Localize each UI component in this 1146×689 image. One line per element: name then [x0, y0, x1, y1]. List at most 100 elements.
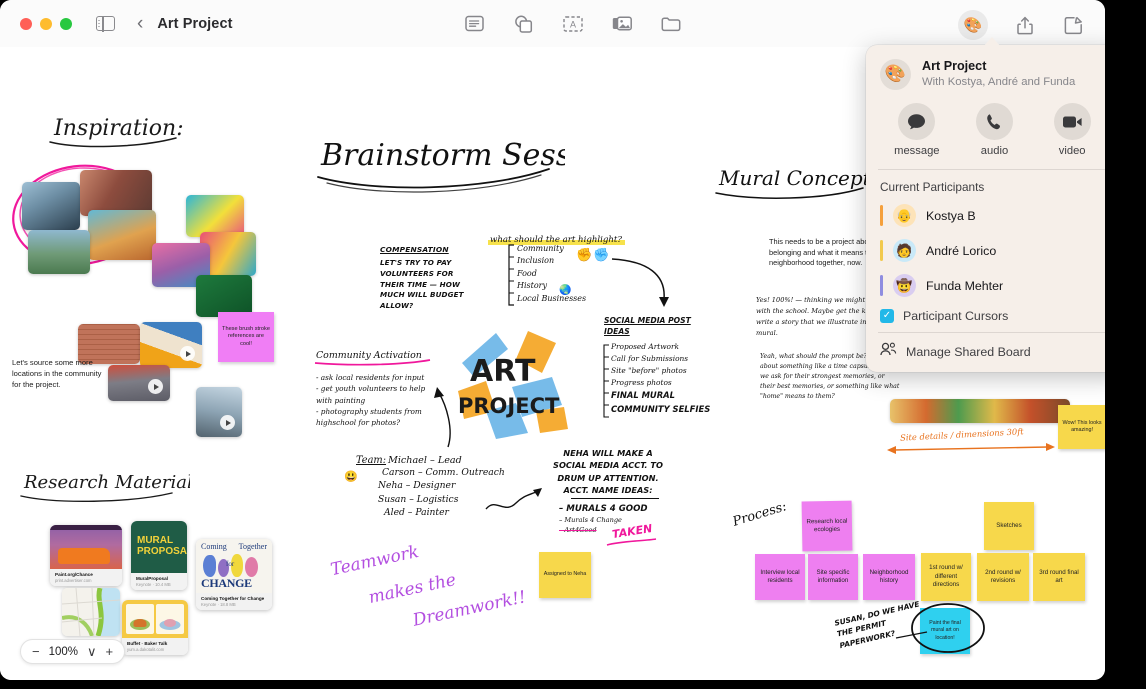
- arrow-to-social-media: [611, 258, 669, 307]
- sticky-note-process-4[interactable]: Sketches: [984, 502, 1034, 550]
- research-card-food[interactable]: Buffet · Baker Talk yum.a.dakotalit.com: [122, 600, 188, 656]
- inspiration-art-4[interactable]: [196, 275, 252, 317]
- sticky-note-process-1[interactable]: Interview local residents: [755, 554, 805, 600]
- video-camera-icon: [1053, 103, 1091, 141]
- popover-header: 🎨 Art Project With Kostya, André and Fun…: [866, 45, 1105, 97]
- participant-cursors-toggle[interactable]: ✓ Participant Cursors: [866, 303, 1105, 332]
- back-button[interactable]: ‹: [137, 14, 143, 33]
- inspiration-art-1[interactable]: [186, 195, 244, 237]
- mural-proposal-line2: PROPOSAL: [137, 546, 187, 557]
- sidebar-toggle-icon[interactable]: [96, 15, 115, 32]
- participant-row-andre[interactable]: 🧑 André Lorico: [866, 233, 1105, 268]
- social-item-5: COMMUNITY SELFIES: [611, 403, 711, 414]
- sticky-note-process-0[interactable]: Research local ecologies: [801, 500, 853, 552]
- svg-text:A: A: [569, 19, 575, 29]
- compensation-body: LET'S TRY TO PAY VOLUNTEERS FOR THEIR TI…: [380, 258, 464, 311]
- audio-action-button[interactable]: audio: [964, 103, 1024, 157]
- sticky-note-icon[interactable]: [462, 11, 487, 36]
- dimension-label: Site details / dimensions 30ft: [899, 426, 1024, 443]
- process-heading-label: Process:: [731, 499, 789, 530]
- maximize-button[interactable]: [60, 17, 72, 30]
- phone-icon: [975, 103, 1013, 141]
- sticky-note-process-6-text: 2nd round w/ revisions: [985, 568, 1021, 584]
- sticky-note-brush[interactable]: These brush stroke references are cool!: [218, 312, 274, 362]
- participant-color-bar: [880, 240, 883, 262]
- inspiration-photo-1[interactable]: [22, 182, 80, 230]
- teamwork-line-2: makes the: [366, 570, 458, 608]
- minimize-button[interactable]: [40, 17, 52, 30]
- heading-brainstorm: Brainstorm Session: [317, 138, 565, 193]
- avatar-glyph: 👴: [896, 207, 913, 223]
- zoom-chevron-down-icon[interactable]: ∨: [87, 644, 97, 660]
- research-map-thumb[interactable]: [62, 588, 120, 636]
- sticky-note-process-6[interactable]: 2nd round w/ revisions: [977, 553, 1029, 601]
- avatar: 🤠: [893, 274, 916, 298]
- research-card-car-sub: print.advertiser.com: [55, 577, 92, 583]
- text-box-icon[interactable]: A: [560, 11, 585, 36]
- participant-cursors-label: Participant Cursors: [903, 309, 1009, 324]
- inspiration-street-video[interactable]: [108, 365, 170, 401]
- play-icon[interactable]: [220, 415, 235, 430]
- markup-icon[interactable]: [1061, 13, 1086, 38]
- play-icon[interactable]: [148, 379, 163, 394]
- research-card-change[interactable]: Coming Together for CHANGE Coming Togeth…: [196, 539, 272, 611]
- social-media-list: Proposed Artwork Call for Submissions Si…: [611, 341, 715, 415]
- message-action-button[interactable]: message: [887, 103, 947, 157]
- sticky-note-wow-text: Wow! This looks amazing!: [1062, 419, 1102, 433]
- research-card-car[interactable]: Paint.org/Chance print.advertiser.com: [50, 525, 122, 587]
- collaboration-icon[interactable]: 🎨: [958, 10, 988, 40]
- sticky-note-process-0-text: Research local ecologies: [806, 517, 848, 534]
- collaboration-avatar-glyph: 🎨: [963, 17, 983, 34]
- zoom-control[interactable]: − 100% ∨ +: [20, 639, 126, 664]
- sticky-note-process-2[interactable]: Site specific information: [808, 554, 858, 600]
- research-card-mural-proposal[interactable]: MURAL PROPOSAL MuralProposal Keynote · 1…: [131, 521, 187, 591]
- mural-sketch-strip[interactable]: [890, 399, 1070, 423]
- toolbar-center: A: [462, 11, 683, 36]
- social-item-0: Proposed Artwork: [611, 342, 680, 351]
- sticky-note-process-5[interactable]: 1st round w/ different directions: [921, 553, 971, 601]
- social-item-2: Site "before" photos: [611, 365, 687, 375]
- art-project-logo[interactable]: ART PROJECT: [456, 329, 574, 441]
- inspiration-photo-4[interactable]: [28, 230, 90, 274]
- shapes-icon[interactable]: [511, 11, 536, 36]
- participant-row-funda[interactable]: 🤠 Funda Mehter: [866, 268, 1105, 303]
- zoom-out-button[interactable]: −: [32, 644, 40, 659]
- teamwork-line-1: Teamwork: [328, 541, 421, 581]
- file-icon[interactable]: [658, 11, 683, 36]
- globe-icon: 🌏: [559, 285, 572, 296]
- video-action-button[interactable]: video: [1042, 103, 1102, 157]
- participant-row-kostya[interactable]: 👴 Kostya B: [866, 198, 1105, 233]
- sticky-note-process-5-text: 1st round w/ different directions: [929, 564, 963, 589]
- manage-shared-board-button[interactable]: Manage Shared Board: [866, 333, 1105, 370]
- community-item-2: - photography students from highschool f…: [316, 406, 422, 428]
- zoom-in-button[interactable]: +: [106, 644, 114, 659]
- sticky-note-process-3[interactable]: Neighborhood history: [863, 554, 915, 600]
- arrow-to-neha-note: [485, 488, 542, 510]
- heading-research-materials: Research Materials:: [20, 472, 190, 503]
- page-title: Art Project: [157, 15, 233, 32]
- collaboration-popover: 🎨 Art Project With Kostya, André and Fun…: [866, 45, 1105, 372]
- popover-actions: message audio video: [866, 97, 1105, 169]
- highlight-item-2: Food: [517, 268, 537, 278]
- traffic-lights[interactable]: [20, 17, 72, 30]
- close-button[interactable]: [20, 17, 32, 30]
- dimension-annotation: Site details / dimensions 30ft: [886, 426, 1056, 454]
- share-icon[interactable]: [1012, 13, 1037, 38]
- sticky-note-process-2-text: Site specific information: [816, 568, 850, 584]
- social-item-4: FINAL MURAL: [611, 389, 675, 400]
- sticky-note-wow[interactable]: Wow! This looks amazing!: [1058, 405, 1105, 449]
- freeform-window: ‹ Art Project A 🎨 Inspiration: These bru…: [0, 0, 1105, 680]
- inspiration-building-video[interactable]: [140, 322, 202, 368]
- manage-board-icon: [880, 342, 897, 361]
- raised-fist-icon-orange: ✊: [576, 247, 593, 262]
- inspiration-portrait-video[interactable]: [196, 387, 242, 437]
- media-icon[interactable]: [609, 11, 634, 36]
- checkbox-icon[interactable]: ✓: [880, 309, 894, 324]
- sticky-note-brush-text: These brush stroke references are cool!: [222, 325, 270, 347]
- sticky-note-process-7[interactable]: 3rd round final art: [1033, 553, 1085, 601]
- name-idea-0: – MURALS 4 GOOD: [559, 504, 648, 515]
- play-icon[interactable]: [180, 346, 195, 361]
- inspiration-photo-3[interactable]: [88, 210, 156, 260]
- art-project-logo-line1: ART: [470, 354, 536, 389]
- permit-leader-line: [895, 631, 928, 639]
